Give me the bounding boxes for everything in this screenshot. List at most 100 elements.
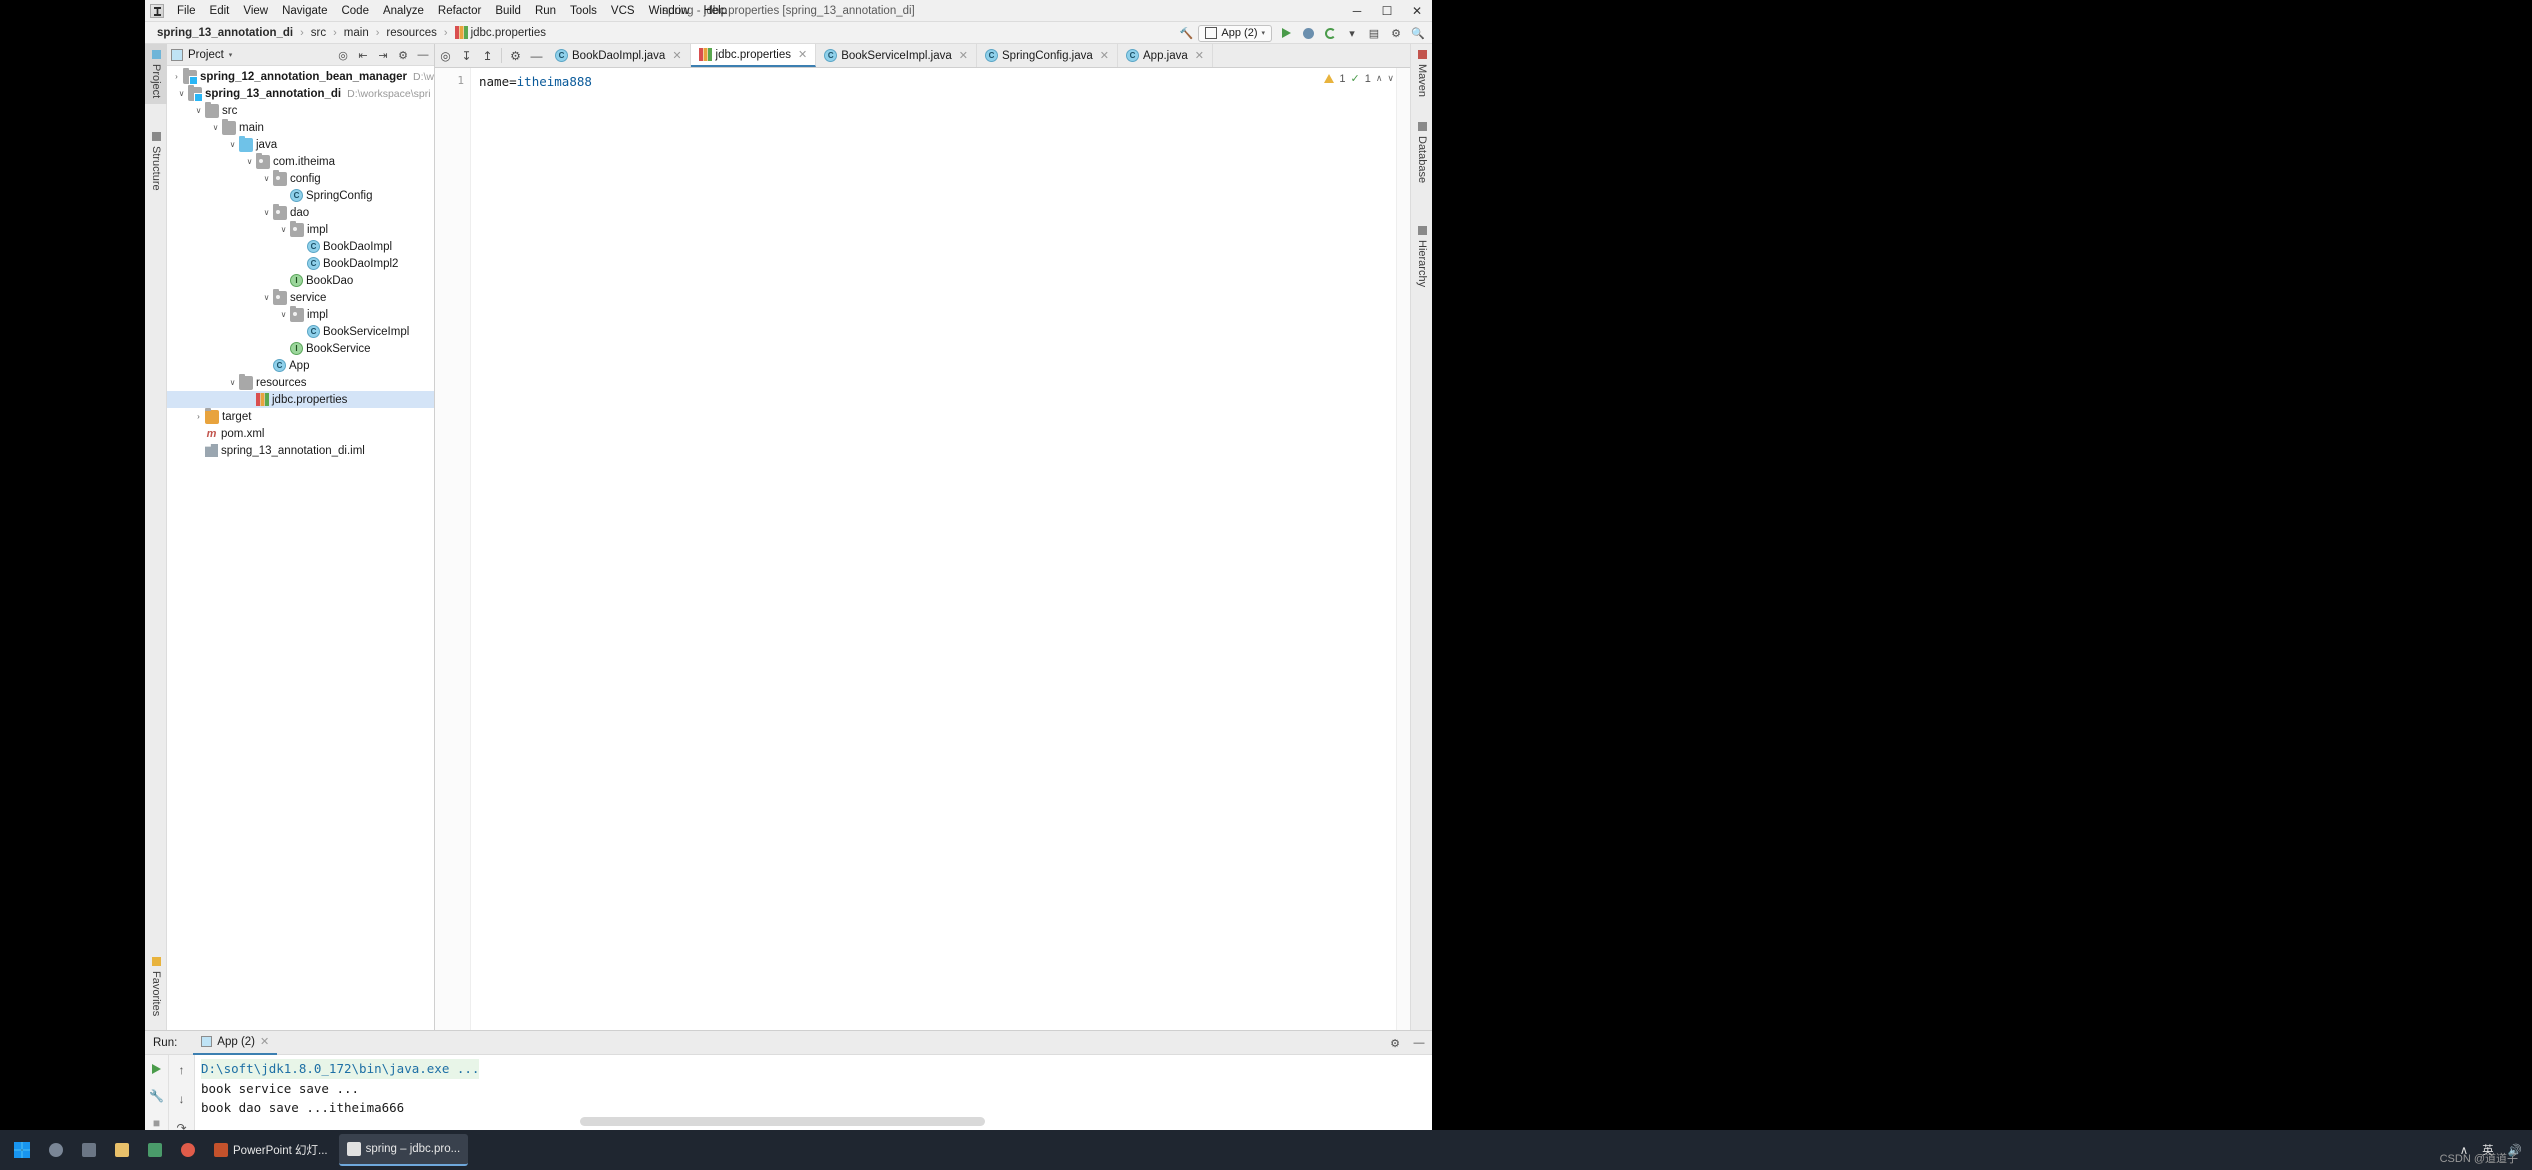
tree-node-java[interactable]: ∨ java — [167, 135, 434, 153]
menu-item-refactor[interactable]: Refactor — [431, 0, 488, 22]
tree-node-pom-xml[interactable]: m pom.xml — [167, 425, 434, 442]
run-icon[interactable] — [1276, 24, 1296, 42]
tree-node-main[interactable]: ∨ main — [167, 118, 434, 136]
tree-node-impl[interactable]: ∨ impl — [167, 305, 434, 323]
up-arrow-icon[interactable]: ↑ — [173, 1062, 191, 1078]
tree-node-bookdaoimpl2[interactable]: C BookDaoImpl2 — [167, 255, 434, 272]
tree-expand-arrow[interactable]: ∨ — [260, 293, 273, 302]
sidebar-tab-structure[interactable]: Structure — [145, 126, 167, 197]
run-with-coverage-icon[interactable] — [1320, 24, 1340, 42]
close-icon[interactable]: ✕ — [260, 1035, 269, 1048]
menu-item-tools[interactable]: Tools — [563, 0, 604, 22]
tree-node-jdbc-properties[interactable]: jdbc.properties — [167, 391, 434, 408]
tree-expand-arrow[interactable]: ∨ — [175, 89, 188, 98]
rerun-icon[interactable] — [148, 1061, 166, 1077]
inspection-marker-bar[interactable] — [1396, 68, 1410, 1030]
tree-node-bookdao[interactable]: I BookDao — [167, 272, 434, 289]
editor-tab-app-java[interactable]: C App.java ✕ — [1118, 44, 1213, 67]
tree-node-springconfig[interactable]: C SpringConfig — [167, 187, 434, 204]
menu-item-analyze[interactable]: Analyze — [376, 0, 431, 22]
menu-item-file[interactable]: File — [170, 0, 203, 22]
hide-icon[interactable]: — — [526, 44, 547, 67]
gear-icon[interactable]: ⚙ — [1386, 1034, 1404, 1052]
tree-expand-arrow[interactable]: ∨ — [277, 225, 290, 234]
menu-item-help[interactable]: Help — [696, 0, 734, 22]
tree-node-target[interactable]: › target — [167, 407, 434, 425]
sidebar-tab-database[interactable]: Database — [1411, 116, 1433, 189]
chevron-down-icon[interactable]: ▾ — [229, 51, 233, 59]
tree-node-bookserviceimpl[interactable]: C BookServiceImpl — [167, 323, 434, 340]
tree-expand-arrow[interactable]: › — [192, 412, 205, 421]
tree-node-resources[interactable]: ∨ resources — [167, 373, 434, 391]
tree-node-spring-13-annotation-di-iml[interactable]: spring_13_annotation_di.iml — [167, 442, 434, 459]
menu-item-view[interactable]: View — [236, 0, 275, 22]
tree-expand-arrow[interactable]: ∨ — [243, 157, 256, 166]
chrome-icon[interactable] — [173, 1134, 203, 1166]
build-hammer-icon[interactable]: 🔨 — [1176, 24, 1196, 42]
breadcrumb-project[interactable]: spring_13_annotation_di — [157, 27, 293, 39]
tree-node-impl[interactable]: ∨ impl — [167, 220, 434, 238]
tree-expand-arrow[interactable]: ∨ — [277, 310, 290, 319]
tree-expand-arrow[interactable]: › — [170, 72, 183, 81]
chevron-down-icon[interactable]: ▾ — [1342, 24, 1362, 42]
explorer-icon[interactable] — [107, 1134, 137, 1166]
tree-node-spring-12-annotation-bean-manager[interactable]: › spring_12_annotation_bean_manager D:\w — [167, 67, 434, 85]
hide-icon[interactable]: — — [414, 46, 432, 64]
tree-expand-arrow[interactable]: ∨ — [209, 123, 222, 132]
breadcrumb-resources[interactable]: resources — [386, 27, 437, 39]
tree-node-dao[interactable]: ∨ dao — [167, 203, 434, 221]
sidebar-tab-project[interactable]: Project — [145, 44, 167, 105]
hide-icon[interactable]: — — [1410, 1034, 1428, 1052]
layout-icon[interactable]: ▤ — [1364, 24, 1384, 42]
code-content[interactable]: name=itheima888 — [471, 68, 1410, 1030]
settings-icon[interactable]: ⚙ — [505, 44, 526, 67]
desktop-scrollbar[interactable] — [580, 1117, 985, 1126]
menu-item-run[interactable]: Run — [528, 0, 563, 22]
breadcrumb-src[interactable]: src — [311, 27, 326, 39]
editor-tab-bookdaoimpl-java[interactable]: C BookDaoImpl.java ✕ — [547, 44, 691, 67]
sidebar-tab-maven[interactable]: Maven — [1411, 44, 1433, 103]
locate-icon[interactable]: ◎ — [435, 44, 456, 67]
project-tree[interactable]: › spring_12_annotation_bean_manager D:\w ∨ s… — [167, 66, 434, 1030]
maximize-button[interactable]: ☐ — [1372, 0, 1402, 22]
editor-tab-bookserviceimpl-java[interactable]: C BookServiceImpl.java ✕ — [816, 44, 977, 67]
collapse-all-icon[interactable]: ↧ — [456, 44, 477, 67]
close-icon[interactable]: ✕ — [1100, 49, 1109, 62]
code-editor[interactable]: 1 name=itheima888 1 ✓ 1 ∧ ∨ — [435, 68, 1410, 1030]
breadcrumb-file[interactable]: jdbc.properties — [471, 27, 546, 39]
wrench-icon[interactable]: 🔧 — [148, 1088, 166, 1104]
menu-item-edit[interactable]: Edit — [203, 0, 237, 22]
stop-icon[interactable]: ■ — [148, 1115, 166, 1131]
close-button[interactable]: ✕ — [1402, 0, 1432, 22]
search-everywhere-icon[interactable]: 🔍 — [1408, 24, 1428, 42]
task-view-icon[interactable] — [74, 1134, 104, 1166]
locate-icon[interactable]: ◎ — [334, 46, 352, 64]
taskbar-item-intellij[interactable]: spring – jdbc.pro... — [338, 1134, 469, 1166]
next-problem-icon[interactable]: ∨ — [1387, 73, 1394, 84]
breadcrumb-main[interactable]: main — [344, 27, 369, 39]
tree-node-app[interactable]: C App — [167, 357, 434, 374]
tree-node-bookdaoimpl[interactable]: C BookDaoImpl — [167, 238, 434, 255]
menu-item-vcs[interactable]: VCS — [604, 0, 642, 22]
expand-all-icon[interactable]: ↥ — [477, 44, 498, 67]
down-arrow-icon[interactable]: ↓ — [173, 1091, 191, 1107]
tree-node-bookservice[interactable]: I BookService — [167, 340, 434, 357]
taskbar-item-powerpoint[interactable]: PowerPoint 幻灯... — [206, 1134, 336, 1166]
settings-icon[interactable]: ⚙ — [394, 46, 412, 64]
editor-tab-jdbc-properties[interactable]: jdbc.properties ✕ — [690, 44, 817, 67]
tree-node-src[interactable]: ∨ src — [167, 101, 434, 119]
tree-node-service[interactable]: ∨ service — [167, 288, 434, 306]
tree-node-spring-13-annotation-di[interactable]: ∨ spring_13_annotation_di D:\workspace\spr… — [167, 84, 434, 102]
windows-start-icon[interactable] — [6, 1134, 38, 1166]
tree-expand-arrow[interactable]: ∨ — [226, 378, 239, 387]
tree-expand-arrow[interactable]: ∨ — [260, 174, 273, 183]
prev-problem-icon[interactable]: ∧ — [1376, 73, 1383, 84]
sidebar-tab-favorites[interactable]: Favorites — [145, 951, 167, 1022]
run-configuration-selector[interactable]: App (2) ▾ — [1198, 24, 1272, 42]
sidebar-tab-hierarchy[interactable]: Hierarchy — [1411, 220, 1433, 293]
tree-expand-arrow[interactable]: ∨ — [192, 106, 205, 115]
close-icon[interactable]: ✕ — [1195, 49, 1204, 62]
tree-expand-arrow[interactable]: ∨ — [260, 208, 273, 217]
settings-icon[interactable]: ⚙ — [1386, 24, 1406, 42]
tree-node-com-itheima[interactable]: ∨ com.itheima — [167, 152, 434, 170]
